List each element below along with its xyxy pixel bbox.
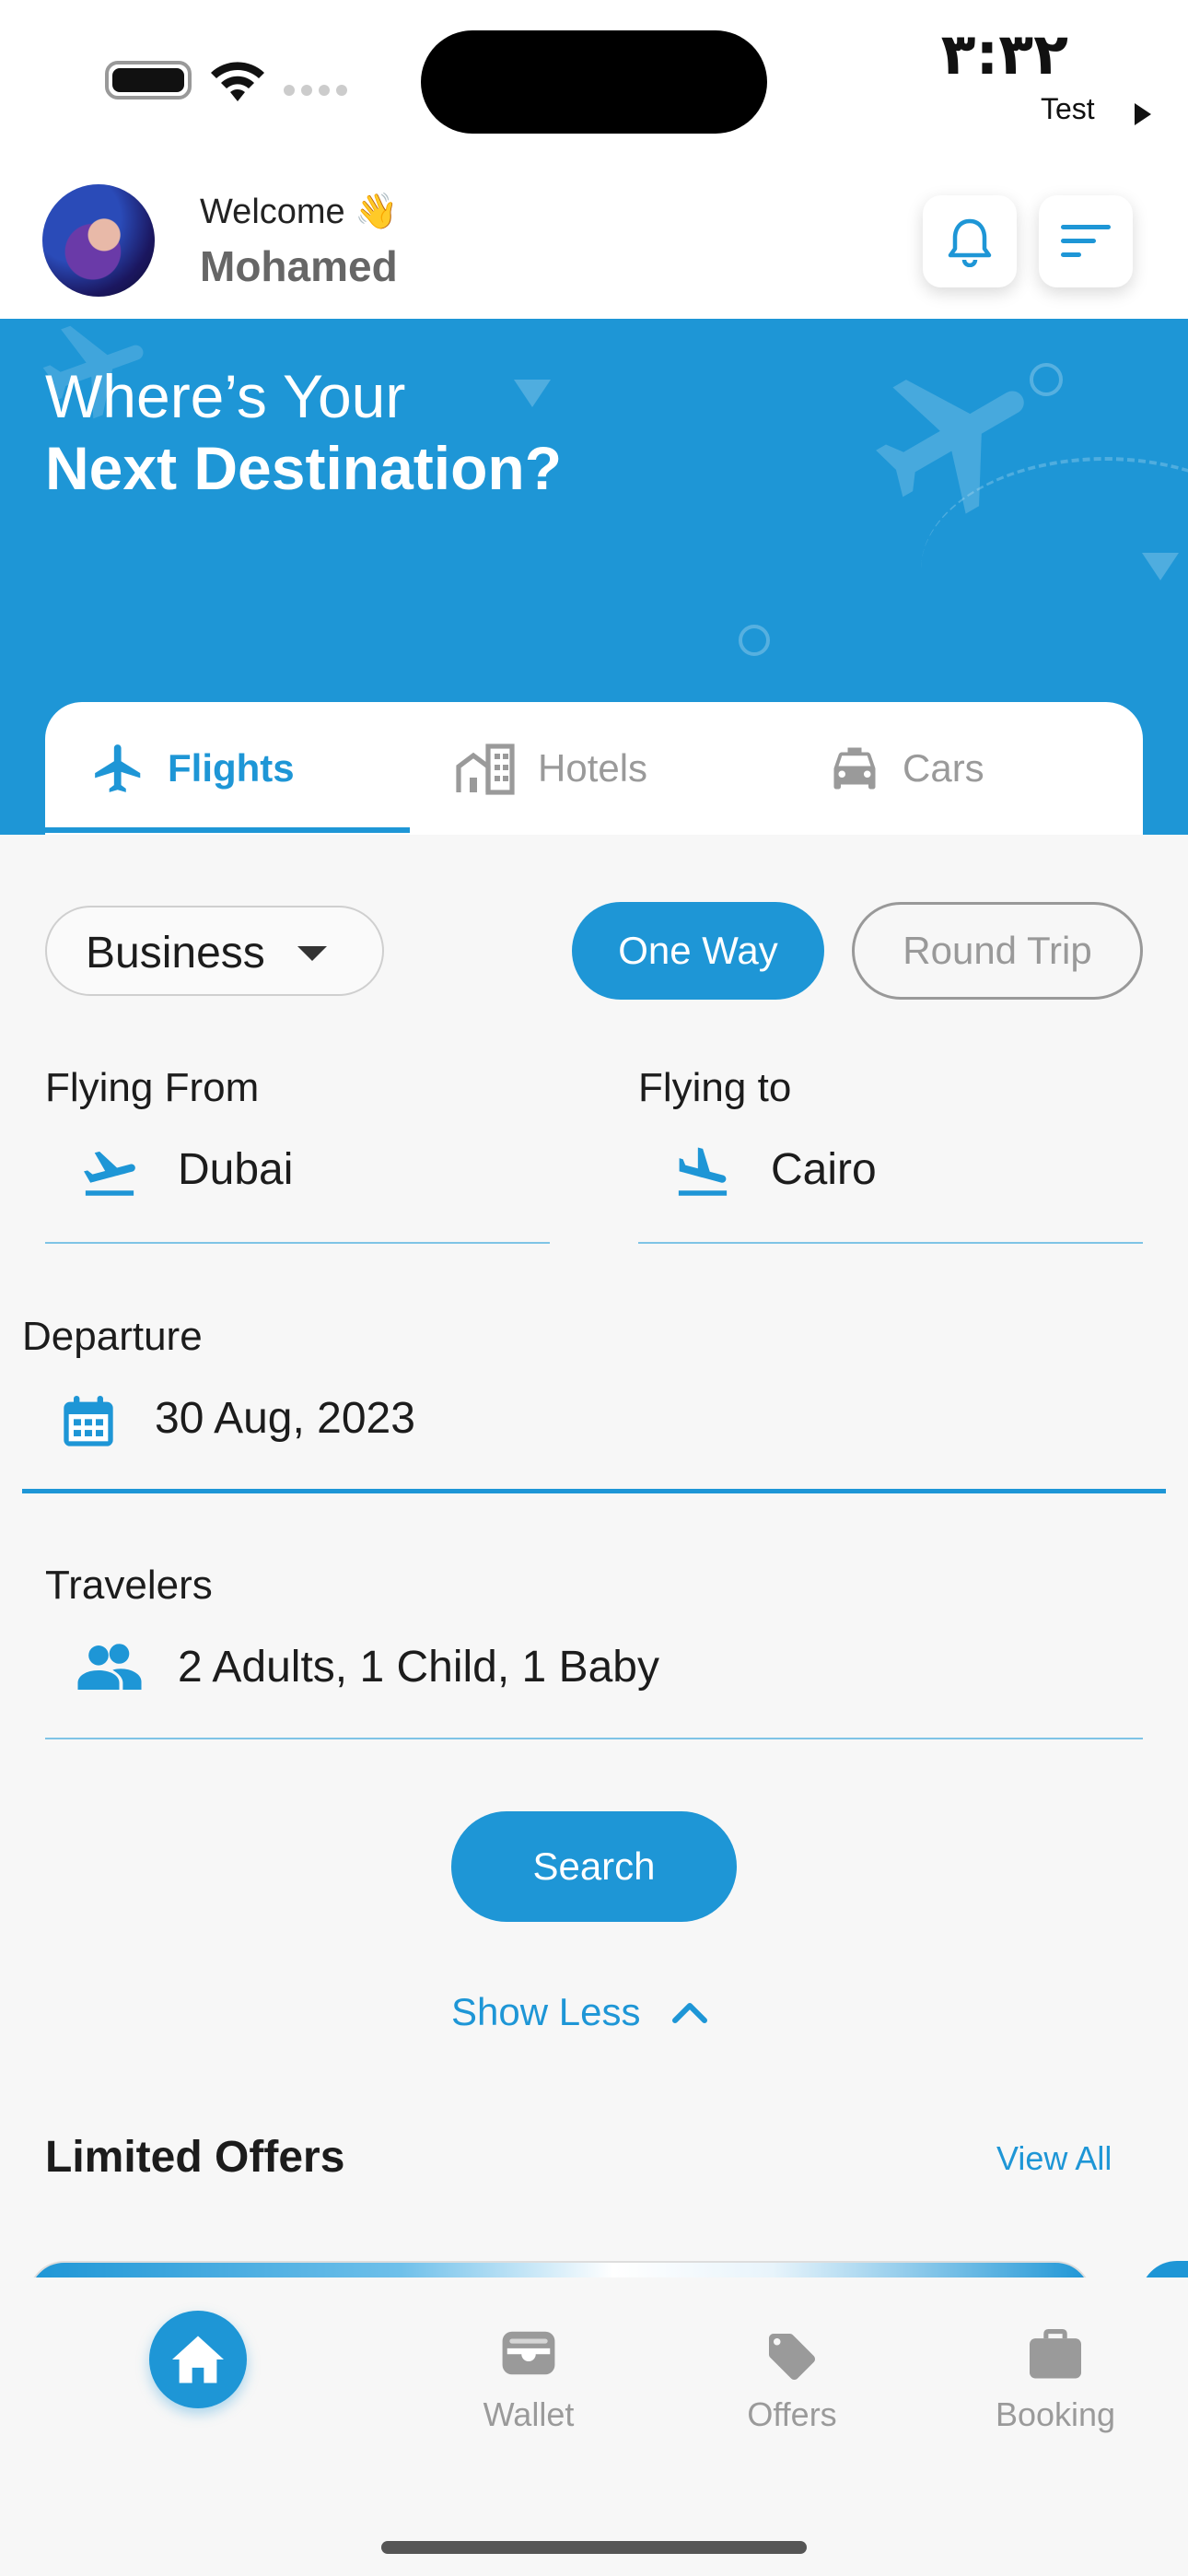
hotel-icon [456,744,515,795]
nav-offers-label: Offers [747,2395,837,2433]
hero-title-line2: Next Destination? [45,434,563,502]
travelers-label: Travelers [45,1563,213,1608]
play-icon [1135,103,1151,125]
cabin-class-select[interactable]: Business [45,906,384,996]
tab-flights-label: Flights [168,746,295,790]
tab-flights[interactable]: Flights [90,702,295,835]
wallet-icon [502,2331,555,2375]
people-icon [77,1644,142,1690]
show-less-label: Show Less [451,1990,641,2033]
travelers-underline [45,1738,1143,1739]
departure-date-input[interactable]: 30 Aug, 2023 [155,1393,415,1444]
briefcase-icon [1030,2329,1081,2379]
home-indicator [381,2541,807,2554]
flight-takeoff-icon [84,1151,135,1196]
tab-cars-label: Cars [903,746,984,790]
circle-decoration [1030,363,1063,396]
flying-from-underline [45,1242,550,1244]
flight-landing-icon [678,1147,728,1196]
carrier-label: Test [1041,92,1095,125]
wifi-icon [211,62,264,101]
filter-menu-icon [1061,225,1111,257]
tab-cars[interactable]: Cars [827,702,984,835]
avatar[interactable] [42,184,155,297]
round-trip-button[interactable]: Round Trip [852,902,1143,1000]
battery-icon [105,61,192,100]
welcome-text: Welcome 👋 [200,193,399,231]
menu-button[interactable] [1039,195,1133,287]
nav-wallet[interactable] [437,2329,621,2385]
tab-hotels-label: Hotels [538,746,648,790]
flying-to-underline [638,1242,1143,1244]
tag-icon [769,2334,815,2380]
chevron-up-icon [672,2003,708,2023]
tab-hotels[interactable]: Hotels [455,702,647,835]
nav-wallet-label: Wallet [483,2395,575,2433]
show-less-toggle[interactable]: Show Less [451,1990,708,2034]
flying-to-label: Flying to [638,1065,792,1110]
status-time: ٣:٣٢ [940,20,1068,88]
nav-home-button[interactable] [149,2311,247,2408]
flying-from-input[interactable]: Dubai [178,1144,293,1195]
car-icon [833,747,876,790]
user-name: Mohamed [200,242,398,290]
cabin-class-value: Business [86,929,265,978]
caret-down-icon [297,946,327,961]
limited-offers-title: Limited Offers [45,2133,345,2182]
view-all-link[interactable]: View All [996,2139,1112,2178]
plane-icon [95,744,141,792]
travelers-input[interactable]: 2 Adults, 1 Child, 1 Baby [178,1642,659,1692]
nav-offers[interactable] [700,2329,884,2393]
hero-title-line1: Where’s Your [45,362,406,430]
departure-label: Departure [22,1314,203,1359]
signal-dots-icon [284,85,348,98]
flying-from-label: Flying From [45,1065,260,1110]
bell-icon [948,218,992,267]
one-way-button[interactable]: One Way [572,902,824,1000]
triangle-decoration [514,380,551,407]
circle-decoration [739,625,770,656]
calendar-icon [64,1396,113,1446]
home-icon [172,2336,224,2383]
search-button[interactable]: Search [451,1811,737,1922]
nav-booking[interactable] [963,2329,1147,2389]
flying-to-input[interactable]: Cairo [771,1144,877,1195]
active-tab-indicator [45,827,410,833]
notifications-button[interactable] [923,195,1017,287]
dynamic-island [421,30,767,134]
nav-booking-label: Booking [995,2395,1116,2433]
departure-underline [22,1489,1166,1493]
